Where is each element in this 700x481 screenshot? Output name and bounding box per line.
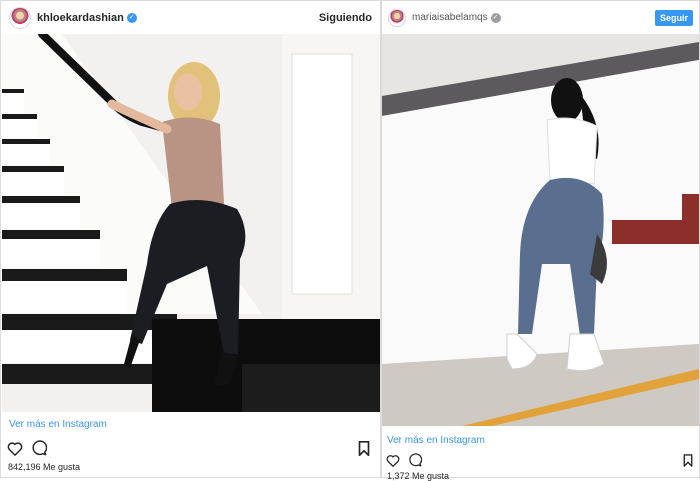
view-more-link[interactable]: Ver más en Instagram [9,419,107,430]
comment-icon[interactable] [408,453,422,467]
instagram-embed-right: mariaisabelamqs ✓ Seguir Ver más en Inst… [381,0,700,481]
bookmark-icon[interactable] [358,440,370,456]
like-count[interactable]: 1,372 Me gusta [387,471,449,481]
parking-garage-photo-illustration [382,34,699,426]
post-photo[interactable] [2,34,380,412]
view-more-link[interactable]: Ver más en Instagram [387,435,485,446]
action-bar [7,439,370,457]
action-bar [386,452,693,468]
like-count[interactable]: 842,196 Me gusta [8,462,80,472]
staircase-photo-illustration [2,34,380,412]
heart-icon[interactable] [7,441,23,456]
following-button[interactable]: Siguiendo [319,12,372,24]
post-header: khloekardashian ✓ Siguiendo [1,1,380,34]
follow-button[interactable]: Seguir [654,9,693,26]
post-photo[interactable] [382,34,699,426]
verified-badge-icon: ✓ [126,12,137,23]
username[interactable]: khloekardashian [37,12,124,24]
verified-badge-icon: ✓ [490,12,501,23]
bookmark-icon[interactable] [683,453,693,467]
avatar[interactable] [9,6,31,29]
avatar[interactable] [388,8,406,27]
post-header: mariaisabelamqs ✓ Seguir [382,1,699,34]
heart-icon[interactable] [386,454,400,467]
instagram-embed-left: khloekardashian ✓ Siguiendo Ver más en I… [0,0,381,478]
comment-icon[interactable] [31,440,47,456]
username[interactable]: mariaisabelamqs [412,12,488,23]
